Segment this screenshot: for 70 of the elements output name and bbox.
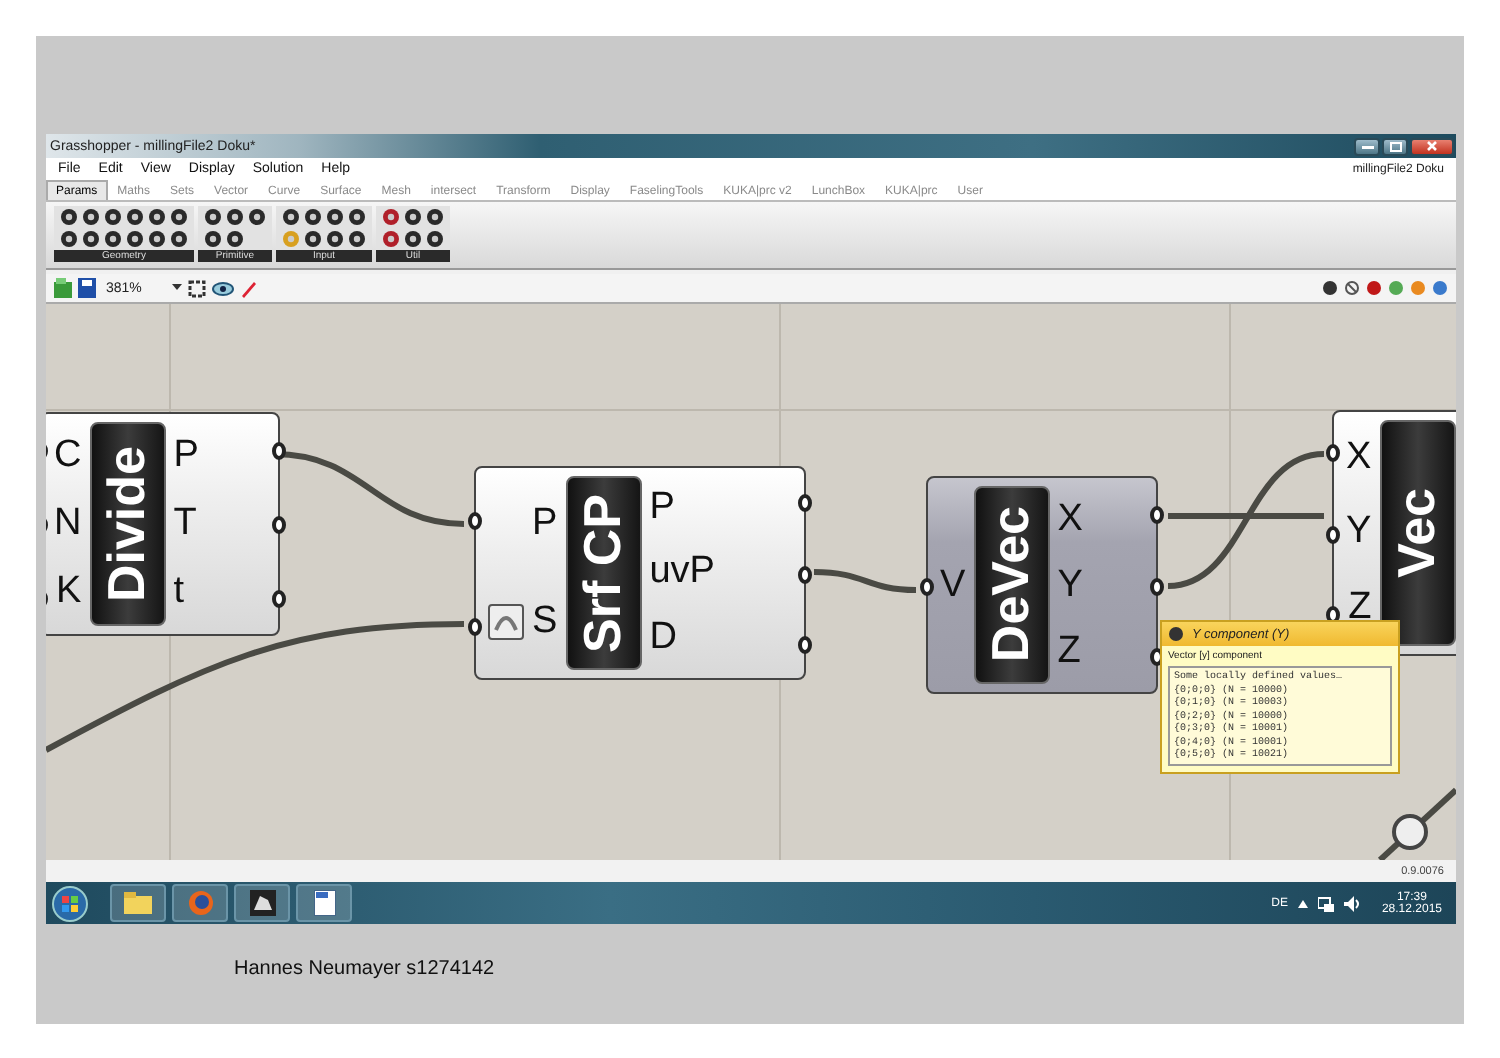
component-name: Srf CP <box>572 493 635 653</box>
input-port-icon[interactable] <box>1326 444 1340 463</box>
component-name: DeVec <box>980 506 1043 664</box>
surface-param-icon[interactable] <box>488 603 524 640</box>
input-port-icon[interactable] <box>468 512 482 531</box>
output-port-icon[interactable] <box>798 565 812 583</box>
document-icon <box>313 890 335 916</box>
component-icon <box>1168 626 1184 642</box>
restore-button[interactable] <box>1382 137 1408 155</box>
input-label: S <box>532 599 558 644</box>
canvas[interactable] <box>46 304 1456 860</box>
input-label: K <box>56 570 82 614</box>
output-label: uvP <box>649 550 715 595</box>
mesh-preview-icon[interactable] <box>1388 280 1404 296</box>
component-name: Divide <box>96 445 159 603</box>
rhino-icon <box>249 890 275 916</box>
output-port-icon[interactable] <box>1150 505 1164 524</box>
input-label: X <box>1346 435 1372 480</box>
caret-icon[interactable] <box>1297 899 1308 907</box>
input-port-icon[interactable] <box>1326 525 1340 543</box>
input-label: P <box>532 502 558 547</box>
output-label: D <box>649 615 679 660</box>
wire <box>1377 787 1456 860</box>
disable-icon[interactable] <box>1344 280 1360 296</box>
output-port-icon[interactable] <box>1150 577 1164 595</box>
output-port-icon[interactable] <box>272 516 286 534</box>
output-label: Y <box>1057 563 1083 607</box>
volume-icon[interactable] <box>1343 895 1360 911</box>
output-label: X <box>1057 497 1083 541</box>
input-label: Y <box>1346 510 1372 555</box>
caption: Hannes Neumayer s1274142 <box>234 958 497 980</box>
component-name: Vec <box>1386 488 1449 578</box>
input-label: Z <box>1348 586 1372 631</box>
network-icon[interactable] <box>1317 895 1334 911</box>
output-port-icon[interactable] <box>272 589 286 608</box>
input-port-icon[interactable] <box>920 577 934 595</box>
close-icon <box>1426 140 1438 152</box>
wire <box>813 569 917 593</box>
input-label: N <box>54 502 82 546</box>
output-label: Z <box>1057 629 1083 673</box>
start-icon[interactable] <box>52 885 88 921</box>
output-port-icon[interactable] <box>272 442 286 461</box>
input-port-icon[interactable] <box>468 617 482 636</box>
output-label: t <box>173 570 187 614</box>
restore-icon <box>1389 141 1401 151</box>
taskbar-button[interactable] <box>234 884 290 922</box>
preview-icon[interactable] <box>1322 280 1338 296</box>
input-label: C <box>54 434 82 478</box>
output-port-icon[interactable] <box>798 494 812 513</box>
wire-end-icon[interactable] <box>1392 814 1428 850</box>
eye-icon[interactable] <box>212 281 234 295</box>
output-label: P <box>649 486 677 531</box>
component-node[interactable]: X Y Z Vec <box>1332 410 1456 656</box>
zoom-extents-icon[interactable] <box>188 279 206 297</box>
minimize-button[interactable] <box>1354 137 1380 155</box>
close-button[interactable] <box>1410 137 1454 155</box>
pen-icon[interactable] <box>240 279 258 297</box>
open-file-icon[interactable] <box>54 278 72 298</box>
browser-icon <box>187 890 213 916</box>
sphere-icon[interactable] <box>1366 280 1382 296</box>
output-label: T <box>173 502 199 546</box>
input-label: V <box>940 563 966 607</box>
output-port-icon[interactable] <box>798 635 812 653</box>
folder-icon <box>124 892 152 914</box>
output-label: P <box>173 434 199 478</box>
minimize-icon <box>1361 142 1373 150</box>
save-icon[interactable] <box>78 278 96 298</box>
globe-icon[interactable] <box>1432 280 1448 296</box>
caret-icon[interactable] <box>172 284 182 292</box>
taskbar-button[interactable] <box>296 884 352 922</box>
